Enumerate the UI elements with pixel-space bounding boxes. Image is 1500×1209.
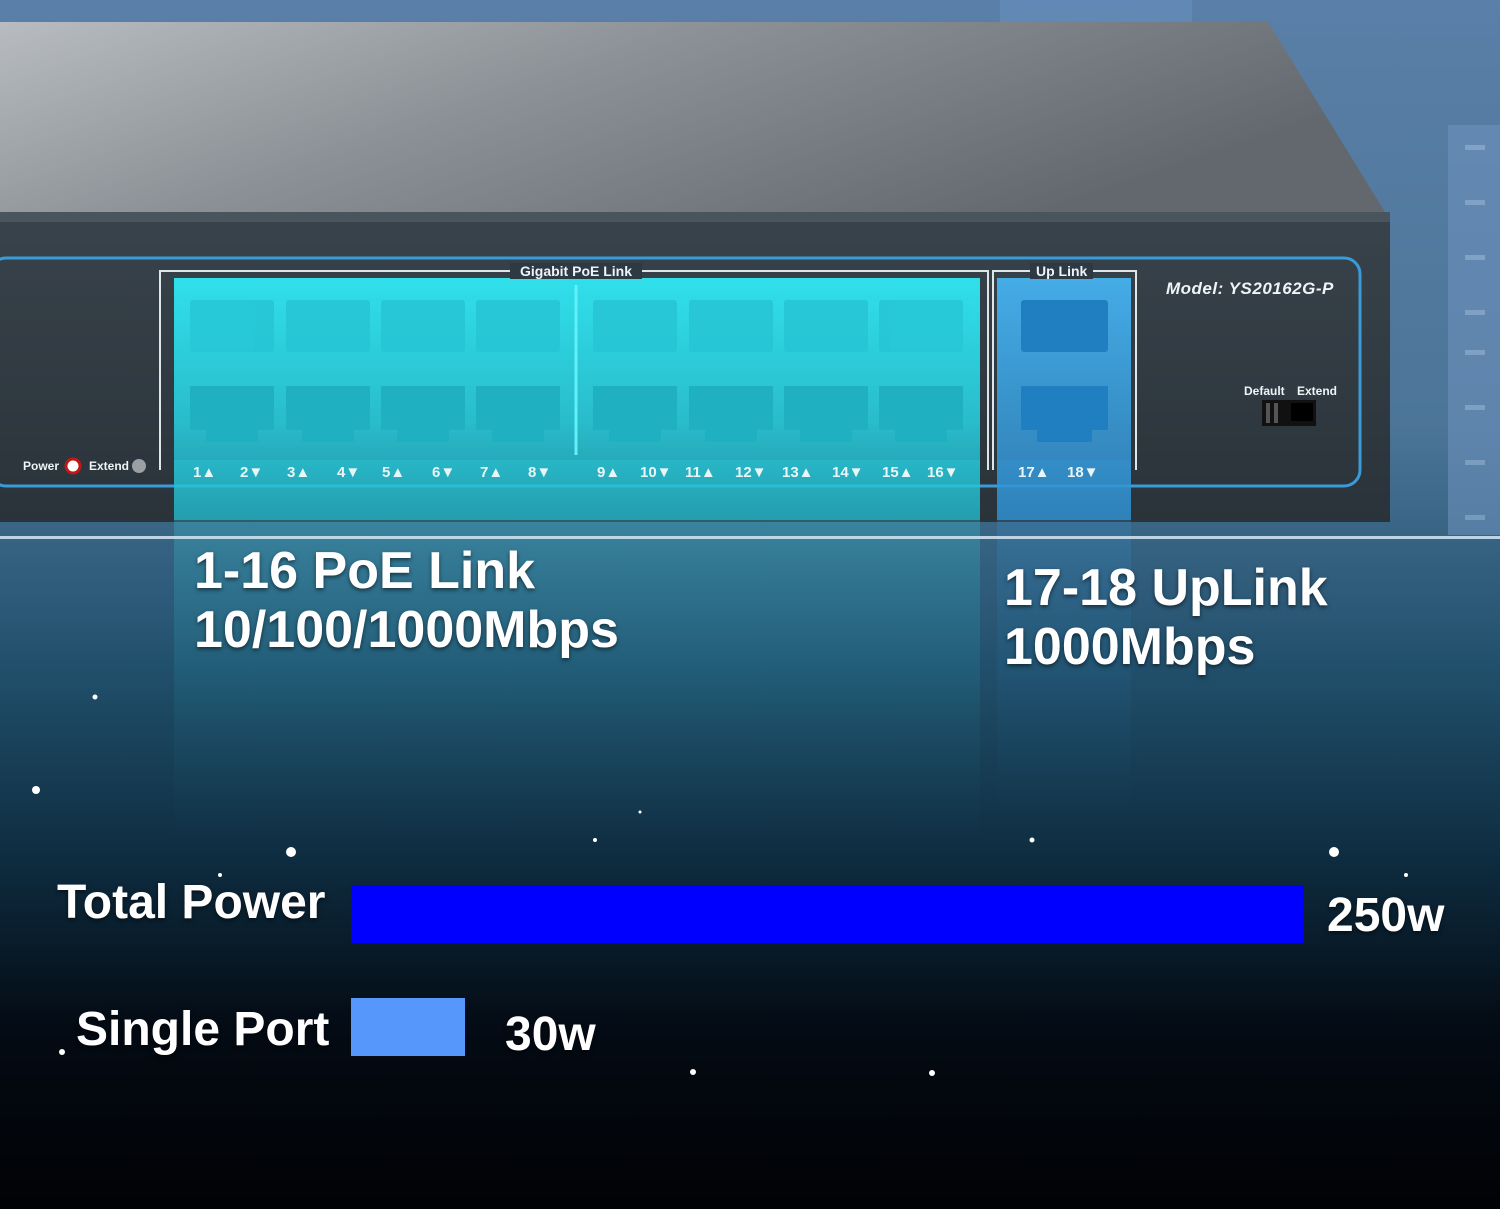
port-label: 12▼ [735,464,767,481]
uplink-group-label: Up Link [1030,263,1094,279]
switch-default-label: Default [1244,384,1285,398]
single-port-bar-fill [351,998,465,1056]
poe-group-label: Gigabit PoE Link [510,263,643,279]
extend-led [132,459,146,473]
port-label: 16▼ [927,464,959,481]
port-label: 15▲ [882,464,914,481]
port-label: 4▼ [337,464,360,481]
port-label: 3▲ [287,464,310,481]
poe-link-title: 1-16 PoE Link [194,542,535,600]
network-switch: 1▲ 2▼ 3▲ 4▼ 5▲ 6▼ 7▲ 8▼ 9▲ 10▼ 11▲ 12▼ 13▲ 14▼ 15▲ 16▼ 1… [0,22,1390,840]
uplink-speed: 1000Mbps [1004,618,1256,676]
extend-led-label: Extend [89,459,130,473]
port-label: 7▲ [480,464,503,481]
total-power-label: Total Power [57,876,326,929]
power-led [64,457,82,475]
port-label: 9▲ [597,464,620,481]
poe-link-speed: 10/100/1000Mbps [194,601,619,659]
port-label: 18▼ [1067,464,1099,481]
port-label: 11▲ [685,464,716,481]
port-label: 5▲ [382,464,405,481]
single-port-label: Single Port [76,1003,330,1056]
switch-extend-label: Extend [1297,384,1338,398]
port-label: 2▼ [240,464,263,481]
dip-switch [1262,400,1316,426]
single-port-value: 30w [505,1008,596,1061]
port-label: 17▲ [1018,464,1050,481]
port-label: 10▼ [640,464,672,481]
horizon-line [0,536,1500,539]
uplink-title: 17-18 UpLink [1004,559,1328,617]
total-power-bar [351,885,1304,943]
total-power-value: 250w [1327,889,1445,942]
power-led-label: Power [23,459,60,473]
port-label: 13▲ [782,464,814,481]
port-label: 14▼ [832,464,864,481]
port-label: 8▼ [528,464,551,481]
total-power-bar-fill [351,885,1304,943]
port-label: 6▼ [432,464,455,481]
single-port-bar [351,998,1304,1056]
switch-top-cover [0,22,1385,212]
port-label: 1▲ [193,464,216,481]
model-number: Model: YS20162G-P [1166,279,1334,298]
